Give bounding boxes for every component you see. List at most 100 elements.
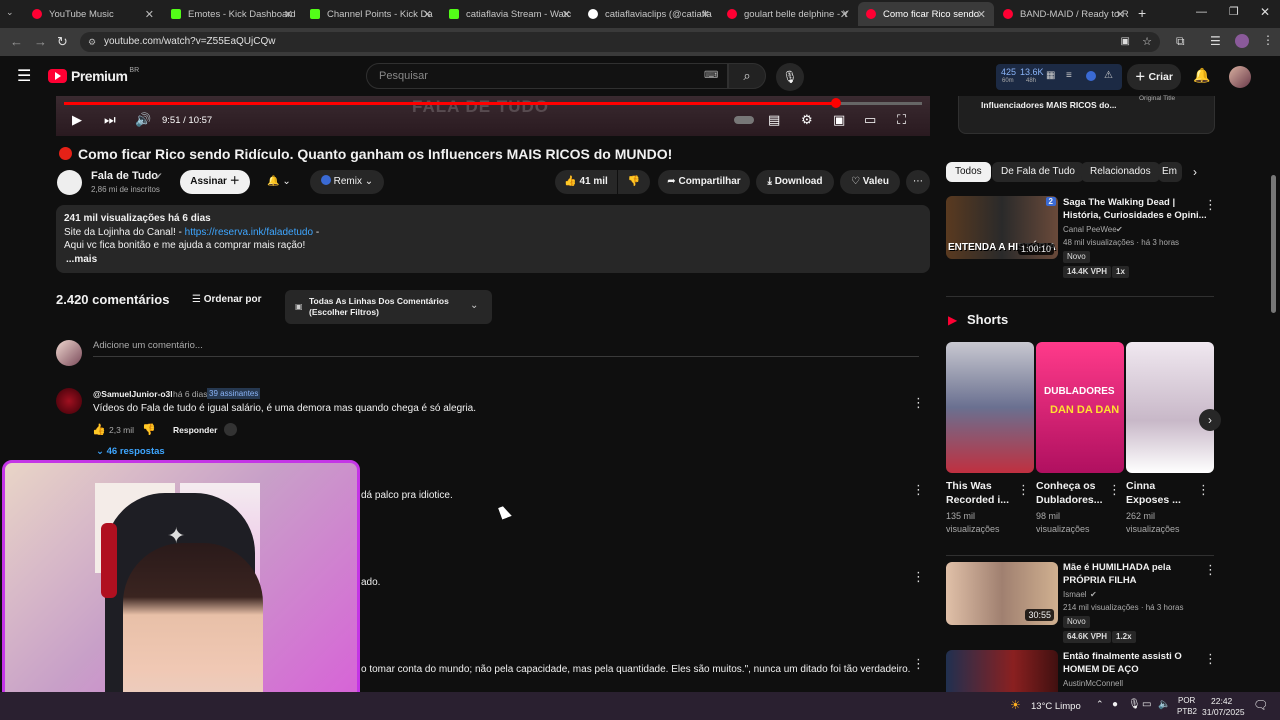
- short-thumbnail[interactable]: [1126, 342, 1214, 473]
- close-icon[interactable]: ✕: [423, 8, 432, 21]
- channel-avatar[interactable]: [57, 170, 82, 195]
- chip-more[interactable]: Em: [1158, 162, 1182, 182]
- extension-stats-panel[interactable]: 425 60m 13.6K 48h ▦ ≡ ⚠: [996, 64, 1122, 90]
- comment-filter-dropdown[interactable]: ▣ Todas As Linhas Dos Comentários (Escol…: [285, 290, 492, 324]
- profile-avatar[interactable]: [1235, 34, 1249, 48]
- video-thumbnail[interactable]: 30:55: [946, 562, 1058, 625]
- settings-gear-icon[interactable]: ⚙: [801, 112, 813, 128]
- short-menu-icon[interactable]: ⋮: [1197, 482, 1210, 498]
- tab-kick-stream[interactable]: catiaflavia Stream - Watc ✕: [441, 2, 579, 26]
- video-title[interactable]: Mãe é HUMILHADA pela: [1063, 562, 1171, 573]
- tab-youtube-goulart[interactable]: goulart belle delphine - Y ✕: [719, 2, 857, 26]
- voice-search-button[interactable]: 🎙: [776, 63, 804, 91]
- keyboard-icon[interactable]: ⌨: [704, 70, 718, 81]
- minimize-button[interactable]: —: [1196, 6, 1207, 18]
- video-title[interactable]: História, Curiosidades e Opini...: [1063, 210, 1207, 221]
- short-title[interactable]: Cinna Exposes ...: [1126, 479, 1192, 507]
- browser-menu-icon[interactable]: ⋮: [1262, 33, 1274, 47]
- site-info-icon[interactable]: ⚙: [88, 32, 96, 52]
- chip-all[interactable]: Todos: [946, 162, 991, 182]
- close-icon[interactable]: ✕: [840, 8, 849, 21]
- clock-time[interactable]: 22:42: [1211, 696, 1232, 706]
- comment-like-button[interactable]: 👍: [92, 423, 106, 436]
- language-indicator[interactable]: POR: [1178, 696, 1195, 705]
- notifications-button[interactable]: 🔔 ⌄: [256, 170, 302, 194]
- short-menu-icon[interactable]: ⋮: [1108, 482, 1121, 498]
- reload-icon[interactable]: ↻: [57, 34, 68, 50]
- back-icon[interactable]: ←: [10, 34, 23, 49]
- video-title[interactable]: Saga The Walking Dead |: [1063, 197, 1175, 208]
- short-title[interactable]: This Was Recorded i...: [946, 479, 1012, 507]
- remix-button[interactable]: Remix ⌄: [310, 170, 384, 194]
- close-icon[interactable]: ✕: [977, 8, 986, 21]
- chip-from-channel[interactable]: De Fala de Tudo: [992, 162, 1084, 182]
- video-channel[interactable]: AustinMcConnell: [1063, 679, 1123, 688]
- tray-mic-icon[interactable]: 🎙: [1128, 699, 1141, 710]
- like-button[interactable]: 👍 41 mil: [555, 170, 617, 194]
- clock-date[interactable]: 31/07/2025: [1202, 707, 1245, 717]
- view-replies-button[interactable]: ⌄ 46 respostas: [96, 446, 165, 457]
- extensions-icon[interactable]: ⧉: [1176, 34, 1185, 49]
- close-icon[interactable]: ✕: [701, 8, 710, 21]
- tab-band-maid[interactable]: BAND-MAID / Ready to R ✕: [995, 2, 1133, 26]
- video-title[interactable]: PRÓPRIA FILHA: [1063, 575, 1137, 586]
- maximize-button[interactable]: ❐: [1229, 5, 1239, 18]
- reading-list-icon[interactable]: ☰: [1210, 34, 1221, 48]
- search-button[interactable]: ⌕: [728, 63, 766, 89]
- show-more-link[interactable]: ...mais: [64, 253, 922, 267]
- comment-dislike-button[interactable]: 👎: [142, 423, 156, 436]
- video-channel[interactable]: Canal PeeWee: [1063, 225, 1117, 234]
- notifications-bell-icon[interactable]: 🔔: [1193, 67, 1210, 84]
- shorts-next-button[interactable]: ›: [1199, 409, 1221, 431]
- description-box[interactable]: 241 mil visualizações há 6 dias Site da …: [56, 205, 930, 273]
- comment-author-avatar[interactable]: [56, 388, 82, 414]
- video-menu-icon[interactable]: ⋮: [1204, 562, 1217, 578]
- search-input[interactable]: Pesquisar: [366, 63, 728, 89]
- youtube-logo[interactable]: Premium BR: [48, 67, 139, 84]
- close-icon[interactable]: ✕: [284, 8, 293, 21]
- video-thumbnail[interactable]: ENTENDA A HISTÓRIA 2 1:00:10: [946, 196, 1058, 259]
- subscribe-button[interactable]: Assinar ＋: [180, 170, 250, 194]
- weather-text[interactable]: 13°C Limpo: [1031, 701, 1081, 712]
- keyboard-layout[interactable]: PTB2: [1177, 707, 1197, 716]
- tab-kick-emotes[interactable]: Emotes - Kick Dashboard ✕: [163, 2, 301, 26]
- reply-button[interactable]: Responder: [173, 425, 217, 435]
- hamburger-menu-icon[interactable]: ☰: [17, 66, 31, 86]
- address-bar[interactable]: ⚙ youtube.com/watch?v=Z55EaQUjCQw ▣ ☆: [80, 32, 1160, 52]
- subtitles-icon[interactable]: ▤: [768, 112, 780, 128]
- close-icon[interactable]: ✕: [145, 8, 154, 21]
- video-channel[interactable]: Ismael: [1063, 590, 1087, 599]
- share-button[interactable]: ➦ Compartilhar: [658, 170, 750, 194]
- next-icon[interactable]: ⏭: [104, 112, 116, 128]
- new-tab-button[interactable]: +: [1138, 5, 1146, 21]
- close-window-button[interactable]: ✕: [1260, 5, 1270, 19]
- video-title[interactable]: Então finalmente assisti O: [1063, 651, 1182, 662]
- create-button[interactable]: ＋ Criar: [1127, 64, 1181, 90]
- chevron-right-icon[interactable]: ›: [1193, 165, 1197, 179]
- video-menu-icon[interactable]: ⋮: [1204, 197, 1217, 213]
- tab-current-video[interactable]: Como ficar Rico sendo ✕: [858, 2, 994, 26]
- tray-chevron-icon[interactable]: ⌃: [1096, 699, 1104, 710]
- autoplay-toggle[interactable]: [734, 116, 754, 124]
- forward-icon[interactable]: →: [34, 34, 47, 49]
- miniplayer-icon[interactable]: ▣: [833, 112, 845, 128]
- chip-related[interactable]: Relacionados: [1081, 162, 1160, 182]
- add-comment-input[interactable]: Adicione um comentário...: [93, 340, 919, 357]
- page-scrollbar[interactable]: [1271, 175, 1276, 313]
- comment-author[interactable]: @SamuelJunior-o3l: [93, 389, 173, 399]
- tab-search-icon[interactable]: ⌄: [6, 7, 14, 18]
- comment-menu-icon[interactable]: ⋮: [912, 395, 925, 411]
- thanks-button[interactable]: ♡ Valeu: [840, 170, 900, 194]
- comment-menu-icon[interactable]: ⋮: [912, 656, 925, 672]
- tab-tiktok[interactable]: catiaflaviaclips (@catiafla ✕: [580, 2, 718, 26]
- notification-center-icon[interactable]: 🗨: [1253, 698, 1268, 712]
- speaker-icon[interactable]: 🔈: [1158, 699, 1170, 710]
- close-icon[interactable]: ✕: [562, 8, 571, 21]
- short-title[interactable]: Conheça os Dubladores...: [1036, 479, 1104, 507]
- account-avatar[interactable]: [1229, 66, 1251, 88]
- bookmark-star-icon[interactable]: ☆: [1142, 32, 1152, 52]
- video-thumbnail[interactable]: [946, 650, 1058, 692]
- tab-youtube-music[interactable]: YouTube Music ✕: [24, 2, 162, 26]
- theater-mode-icon[interactable]: ▭: [864, 112, 876, 128]
- more-actions-button[interactable]: ⋯: [906, 170, 930, 194]
